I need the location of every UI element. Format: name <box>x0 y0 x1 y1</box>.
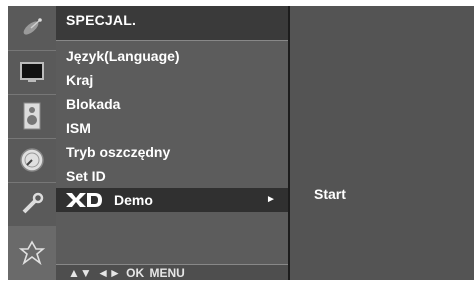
menu-item-label: Język(Language) <box>66 48 180 64</box>
navigation-hint-footer: ▲▼ ◄► OK MENU <box>56 264 288 280</box>
clock-icon <box>20 148 44 172</box>
menu-item-power-saving[interactable]: Tryb oszczędny <box>56 140 288 164</box>
demo-submenu-panel: Start <box>290 6 474 280</box>
settings-key-icon <box>22 192 44 214</box>
screen-icon <box>20 62 44 82</box>
menu-item-lock[interactable]: Blokada <box>56 92 288 116</box>
menu-title: SPECJAL. <box>66 12 137 28</box>
category-icon-bar <box>8 6 56 280</box>
menu-item-label: Set ID <box>66 168 106 184</box>
menu-item-label: ISM <box>66 120 91 136</box>
osd-menu-frame: SPECJAL. Język(Language) Kraj Blokada IS… <box>8 6 474 280</box>
arrow-right-icon: ► <box>266 194 276 205</box>
menu-item-label: Blokada <box>66 96 121 112</box>
special-category[interactable] <box>8 226 56 280</box>
menu-item-set-id[interactable]: Set ID <box>56 164 288 188</box>
picture-category[interactable] <box>8 50 56 95</box>
start-option[interactable]: Start <box>314 186 346 202</box>
demo-label: Demo <box>114 192 153 208</box>
menu-item-country[interactable]: Kraj <box>56 68 288 92</box>
xd-logo: XD <box>66 193 102 207</box>
menu-item-xd-demo[interactable]: XD Demo ► <box>56 188 288 212</box>
speaker-icon <box>23 102 41 130</box>
navigation-hint: ▲▼ ◄► OK MENU <box>68 266 185 280</box>
menu-item-language[interactable]: Język(Language) <box>56 44 288 68</box>
menu-item-ism[interactable]: ISM <box>56 116 288 140</box>
menu-item-label: Kraj <box>66 72 94 88</box>
station-category[interactable] <box>8 6 56 51</box>
lock-category[interactable] <box>8 182 56 227</box>
special-menu-icon <box>18 240 46 266</box>
special-menu-panel: SPECJAL. Język(Language) Kraj Blokada IS… <box>56 6 288 280</box>
menu-header: SPECJAL. <box>56 6 288 41</box>
menu-item-label: Tryb oszczędny <box>66 144 171 160</box>
sound-category[interactable] <box>8 94 56 139</box>
satellite-dish-icon <box>23 18 42 35</box>
time-category[interactable] <box>8 138 56 183</box>
